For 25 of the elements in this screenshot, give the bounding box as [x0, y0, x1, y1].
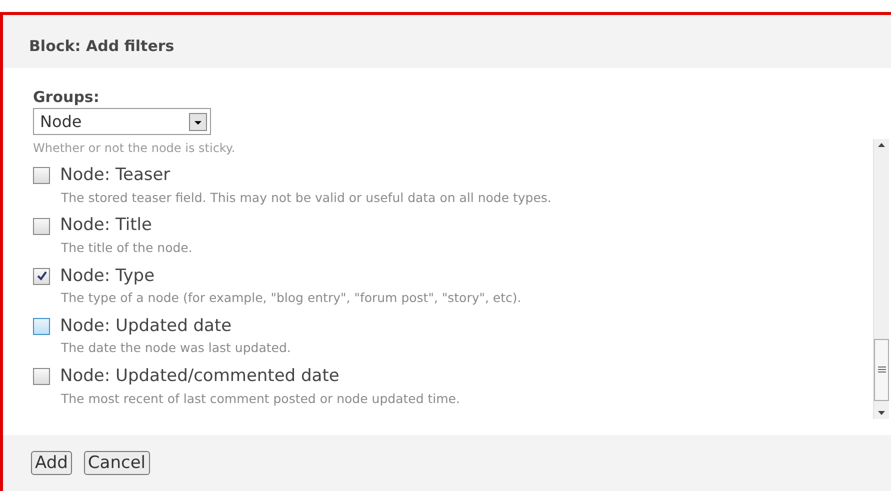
add-button[interactable]: Add — [31, 451, 72, 475]
option-description: Whether or not the node is sticky. — [33, 140, 236, 157]
option-description: The most recent of last comment posted or node updated time. — [60, 390, 461, 408]
scrollbar-thumb[interactable] — [874, 339, 889, 401]
groups-label: Groups: — [33, 86, 100, 108]
dialog-title: Block: Add filters — [29, 36, 176, 57]
option-description: The date the node was last updated. — [60, 339, 292, 358]
option-label: Node: Updated/commented date — [60, 365, 340, 388]
checkbox[interactable] — [33, 167, 50, 184]
scrollbar[interactable] — [873, 139, 889, 419]
checkbox[interactable] — [33, 218, 50, 234]
option-description: The title of the node. — [60, 238, 194, 257]
option-description: The stored teaser field. This may not be valid or useful data on all node types. — [60, 188, 552, 207]
groups-dropdown[interactable]: Node — [33, 108, 211, 135]
cancel-button[interactable]: Cancel — [84, 451, 150, 475]
checkbox[interactable] — [33, 268, 50, 285]
check-icon — [36, 270, 48, 282]
dropdown-value: Node — [40, 110, 82, 132]
checkbox[interactable] — [33, 368, 50, 386]
option-label: Node: Teaser — [60, 164, 170, 187]
option-label: Node: Type — [60, 264, 155, 288]
checkbox[interactable] — [33, 318, 50, 335]
option-description: The type of a node (for example, "blog entry", "forum post", "story", etc). — [60, 289, 522, 307]
option-label: Node: Updated date — [60, 314, 232, 338]
option-label: Node: Title — [60, 214, 152, 238]
